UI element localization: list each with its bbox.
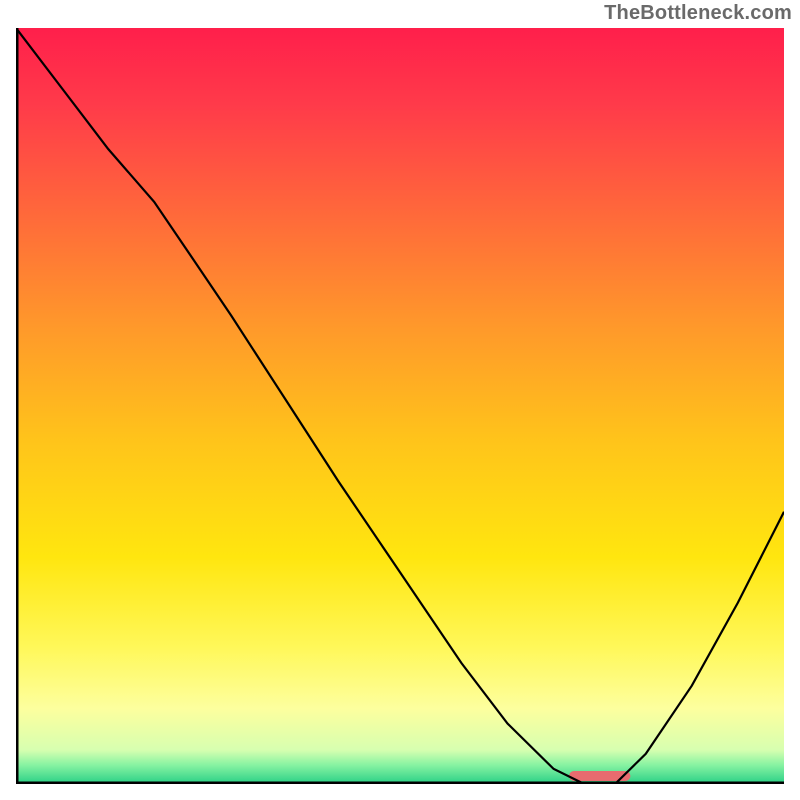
gradient-background [16,28,784,784]
watermark-text: TheBottleneck.com [604,2,792,25]
bottleneck-chart [16,28,784,784]
chart-canvas [16,28,784,784]
sweet-spot-marker [569,771,630,781]
